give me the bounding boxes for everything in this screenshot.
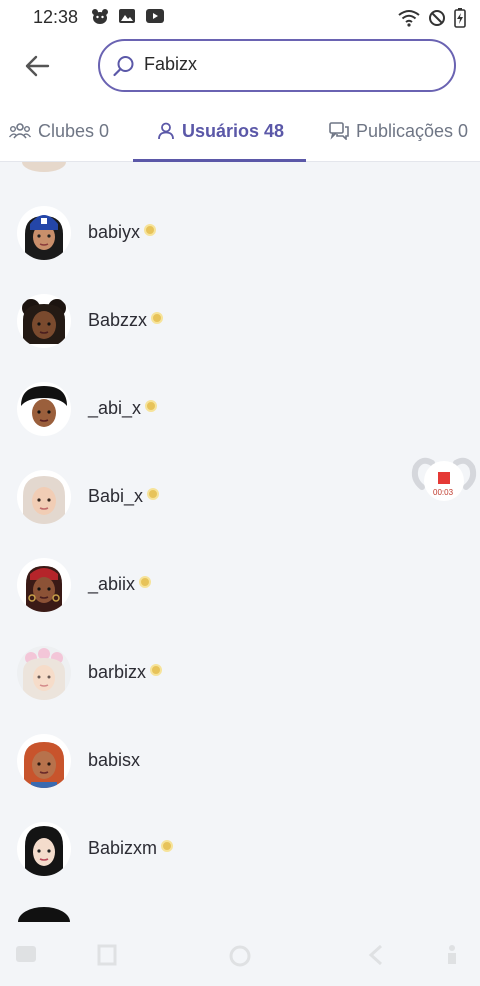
tab-publicacoes[interactable]: Publicações 0 <box>329 100 469 161</box>
arrow-left-icon <box>25 55 50 77</box>
tab-clubes-label: Clubes 0 <box>38 120 110 141</box>
back-button[interactable] <box>18 49 56 83</box>
avatar-partial-bottom <box>18 907 70 922</box>
youtube-icon <box>145 8 165 24</box>
user-row-babisx[interactable]: babisx <box>0 717 480 805</box>
username: _abi_x <box>88 398 142 418</box>
accessibility-icon <box>448 945 456 964</box>
username: Babizxm <box>88 838 158 858</box>
verified-badge-icon <box>150 664 163 676</box>
user-row-abiix[interactable]: _abiix <box>0 541 480 629</box>
verified-badge-icon <box>161 840 174 852</box>
system-navigation-bar <box>0 922 480 986</box>
verified-badge-icon <box>145 400 158 412</box>
username: _abiix <box>88 574 136 594</box>
search-header: Fabizx <box>0 34 480 100</box>
image-icon <box>118 8 136 24</box>
verified-badge-icon <box>151 312 164 324</box>
username: barbizx <box>88 662 147 682</box>
avatar <box>17 206 71 260</box>
chat-icon <box>329 122 349 140</box>
user-icon <box>158 122 174 140</box>
clubs-icon <box>9 123 31 139</box>
avatar-partial-top <box>22 162 66 172</box>
users-list[interactable]: babiyx Babzzx _abi_x Babi_x _abiix barbi… <box>0 162 480 922</box>
tab-publicacoes-label: Publicações 0 <box>356 120 469 141</box>
username: Babzzx <box>88 310 148 330</box>
wifi-icon <box>398 9 420 27</box>
tab-usuarios-label: Usuários 48 <box>182 120 285 141</box>
menu-icon <box>16 946 36 962</box>
username: babisx <box>88 750 141 770</box>
avatar <box>17 558 71 612</box>
status-notification-icons <box>91 8 165 24</box>
results-tabs: Clubes 0 Usuários 48 Publicações 0 <box>0 100 480 162</box>
recorder-timer: 00:03 <box>433 488 454 497</box>
status-bar: 12:38 <box>0 0 480 34</box>
do-not-disturb-icon <box>428 9 446 27</box>
search-icon <box>112 54 136 83</box>
bear-icon <box>91 8 109 24</box>
user-row-babiyx[interactable]: babiyx <box>0 189 480 277</box>
avatar <box>17 822 71 876</box>
home-icon <box>229 945 251 967</box>
avatar <box>17 382 71 436</box>
username: Babi_x <box>88 486 144 506</box>
battery-icon <box>454 8 466 28</box>
verified-badge-icon <box>147 488 160 500</box>
verified-badge-icon <box>139 576 152 588</box>
screen-recorder-widget[interactable]: 00:03 <box>408 455 480 507</box>
tab-usuarios[interactable]: Usuários 48 <box>157 100 285 161</box>
avatar <box>17 470 71 524</box>
tab-clubes[interactable]: Clubes 0 <box>9 100 110 161</box>
status-time: 12:38 <box>33 7 79 27</box>
avatar <box>17 646 71 700</box>
search-input[interactable]: Fabizx <box>98 39 456 92</box>
user-row-abi-x[interactable]: _abi_x <box>0 365 480 453</box>
avatar <box>17 294 71 348</box>
status-system-icons <box>398 8 466 28</box>
verified-badge-icon <box>144 224 157 236</box>
user-row-babizxm[interactable]: Babizxm <box>0 805 480 893</box>
user-row-babzzx[interactable]: Babzzx <box>0 277 480 365</box>
user-row-barbizx[interactable]: barbizx <box>0 629 480 717</box>
recent-apps-icon <box>97 944 117 966</box>
search-query: Fabizx <box>144 54 198 74</box>
recorder-ring-icon <box>411 457 477 501</box>
back-nav-icon <box>368 944 383 966</box>
username: babiyx <box>88 222 141 242</box>
avatar <box>17 734 71 788</box>
